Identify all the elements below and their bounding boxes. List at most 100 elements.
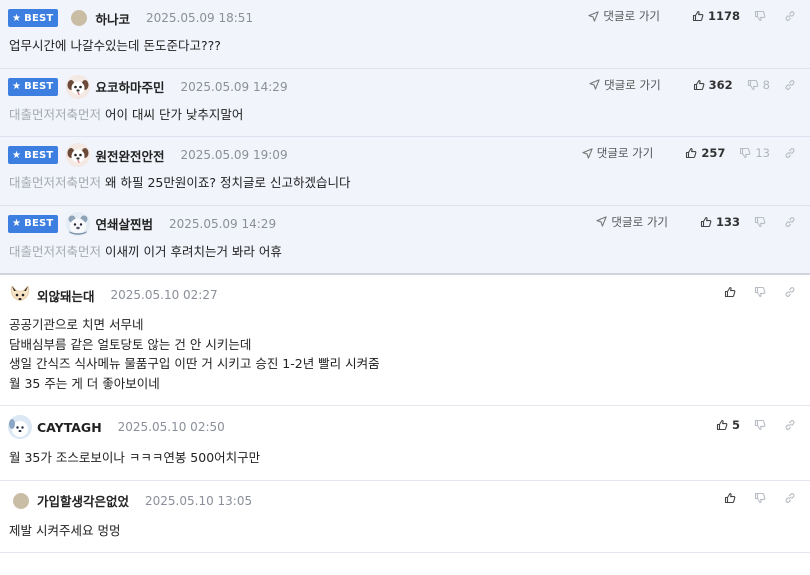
star-icon: ★ (12, 12, 22, 24)
reply-link[interactable]: 댓글로 가기 (582, 145, 653, 161)
comment-body: 대출먼저저축먼저 왜 하필 25만원이죠? 정치글로 신고하겠습니다 (0, 173, 810, 205)
reply-link[interactable]: 댓글로 가기 (588, 8, 660, 24)
downvote-button[interactable]: 13 (739, 146, 770, 160)
downvote-button[interactable] (754, 286, 770, 298)
comment-text: 생일 간식즈 식사메뉴 물품구입 이딴 거 시키고 승진 1-2년 빨리 시켜줌 (9, 356, 380, 371)
upvote-button[interactable]: 362 (693, 78, 733, 92)
avatar[interactable] (66, 74, 91, 99)
best-badge: ★ BEST (8, 77, 59, 96)
comment-text: 월 35가 조스로보이나 ㅋㅋㅋ연봉 500어치구만 (9, 450, 261, 465)
star-icon: ★ (12, 81, 22, 92)
author-name[interactable]: 요코하마주민 (95, 77, 164, 96)
comment-text: 담배심부름 같은 얼토당토 않는 건 안 시키는데 (9, 336, 252, 352)
send-icon (582, 147, 593, 159)
thumbs-up-icon (724, 286, 736, 298)
upvote-button[interactable]: 5 (716, 418, 740, 432)
comment-date: 2025.05.10 13:05 (145, 493, 253, 508)
comment-item: ★ BEST 원전완전안전 2025.05.09 19:09 댓글로 가기 257… (0, 137, 810, 206)
comment-body: 월 35가 조스로보이나 ㅋㅋㅋ연봉 500어치구만 (0, 448, 810, 480)
comment-text: 제발 시켜주세요 멍멍 (9, 522, 121, 538)
avatar[interactable] (71, 10, 88, 26)
author-name[interactable]: 원전완전안전 (95, 146, 164, 165)
share-button[interactable] (784, 419, 800, 431)
quoted-author[interactable]: 대출먼저저축먼저 (9, 244, 101, 259)
upvote-count: 362 (708, 77, 733, 92)
author-name[interactable]: CAYTAGH (37, 420, 102, 435)
comment-list: ★BEST 하나코 2025.05.09 18:51 댓글로 가기 1178 (0, 0, 810, 553)
comment-text: 이새끼 이거 후려치는거 봐라 어휴 (105, 243, 282, 259)
reply-link[interactable]: 댓글로 가기 (589, 77, 661, 93)
share-button[interactable] (784, 216, 800, 228)
star-icon: ★ (12, 218, 22, 229)
downvote-button[interactable] (754, 216, 770, 228)
comment-text: 왜 하필 25만원이죠? 정치글로 신고하겠습니다 (105, 175, 351, 190)
avatar[interactable] (66, 211, 91, 236)
downvote-button[interactable] (754, 10, 770, 22)
comment-body: 업무시간에 나갈수있는데 돈도준다고??? (0, 36, 810, 68)
star-icon: ★ (12, 149, 22, 161)
downvote-button[interactable] (754, 492, 770, 504)
comment-text: 어이 대씨 단가 낮추지말어 (105, 106, 244, 122)
author-name[interactable]: 하나코 (95, 9, 130, 28)
thumbs-down-icon (747, 79, 759, 90)
comment-item: 외않돼는대 2025.05.10 02:27 공공기관으로 치면 서무네 담배심… (0, 275, 810, 406)
comment-date: 2025.05.10 02:27 (110, 288, 218, 302)
share-button[interactable] (784, 147, 800, 159)
downvote-count: 8 (762, 77, 770, 92)
bear-avatar-icon (66, 211, 91, 236)
share-button[interactable] (784, 286, 800, 298)
comment-text: 공공기관으로 치면 서무네 (9, 317, 144, 332)
share-button[interactable] (784, 79, 800, 91)
avatar[interactable] (8, 415, 32, 439)
thumbs-down-icon (754, 492, 766, 503)
link-icon (785, 492, 795, 503)
upvote-count: 133 (715, 214, 740, 229)
share-button[interactable] (784, 10, 800, 22)
send-icon (596, 216, 608, 227)
upvote-count: 257 (701, 146, 726, 160)
link-icon (785, 79, 795, 90)
thumbs-down-icon (754, 419, 766, 431)
thumbs-down-icon (754, 10, 766, 22)
upvote-button[interactable]: 1178 (692, 9, 740, 23)
downvote-count: 13 (755, 146, 770, 160)
thumbs-up-icon (693, 79, 705, 90)
downvote-button[interactable]: 8 (747, 78, 770, 92)
comment-item: 가입할생각은없었 2025.05.10 13:05 제발 시켜주세요 멍멍 (0, 481, 810, 553)
comment-body: 공공기관으로 치면 서무네 담배심부름 같은 얼토당토 않는 건 안 시키는데 … (0, 315, 810, 405)
upvote-count: 5 (731, 418, 740, 432)
upvote-count: 1178 (707, 9, 740, 23)
comment-body: 대출먼저저축먼저 이새끼 이거 후려치는거 봐라 어휴 (0, 242, 810, 274)
send-icon (589, 79, 600, 90)
author-name[interactable]: 외않돼는대 (37, 286, 95, 305)
quoted-author[interactable]: 대출먼저저축먼저 (9, 107, 101, 122)
dog-avatar-icon (67, 75, 90, 98)
quoted-author[interactable]: 대출먼저저축먼저 (9, 175, 101, 190)
avatar[interactable] (66, 143, 91, 167)
author-name[interactable]: 연쇄살찐범 (95, 214, 153, 233)
comment-date: 2025.05.10 02:50 (117, 420, 225, 434)
comment-date: 2025.05.09 19:09 (180, 148, 288, 162)
thumbs-down-icon (754, 216, 766, 227)
upvote-button[interactable] (724, 286, 740, 298)
upvote-button[interactable]: 257 (685, 146, 725, 160)
dog-avatar-icon (10, 284, 30, 301)
share-button[interactable] (784, 492, 800, 504)
avatar[interactable] (13, 492, 29, 509)
best-badge: ★ BEST (8, 146, 59, 164)
comment-text: 월 35 주는 게 더 좋아보이네 (9, 375, 160, 391)
downvote-button[interactable] (754, 419, 770, 431)
upvote-button[interactable]: 133 (700, 215, 740, 229)
thumbs-down-icon (740, 147, 751, 159)
link-icon (785, 11, 795, 21)
author-name[interactable]: 가입할생각은없었 (37, 491, 129, 510)
upvote-button[interactable] (724, 492, 740, 504)
comment-date: 2025.05.09 18:51 (145, 11, 254, 25)
avatar[interactable] (8, 283, 32, 307)
comment-text: 업무시간에 나갈수있는데 돈도준다고??? (9, 38, 221, 53)
reply-link[interactable]: 댓글로 가기 (596, 214, 668, 230)
link-icon (785, 287, 795, 297)
link-icon (785, 420, 795, 430)
comment-item: CAYTAGH 2025.05.10 02:50 5 월 35가 조스로보이나 … (0, 406, 810, 481)
comment-item: ★BEST 연쇄살찐범 2025.05.09 14:29 댓글로 가기 133 (0, 205, 810, 275)
